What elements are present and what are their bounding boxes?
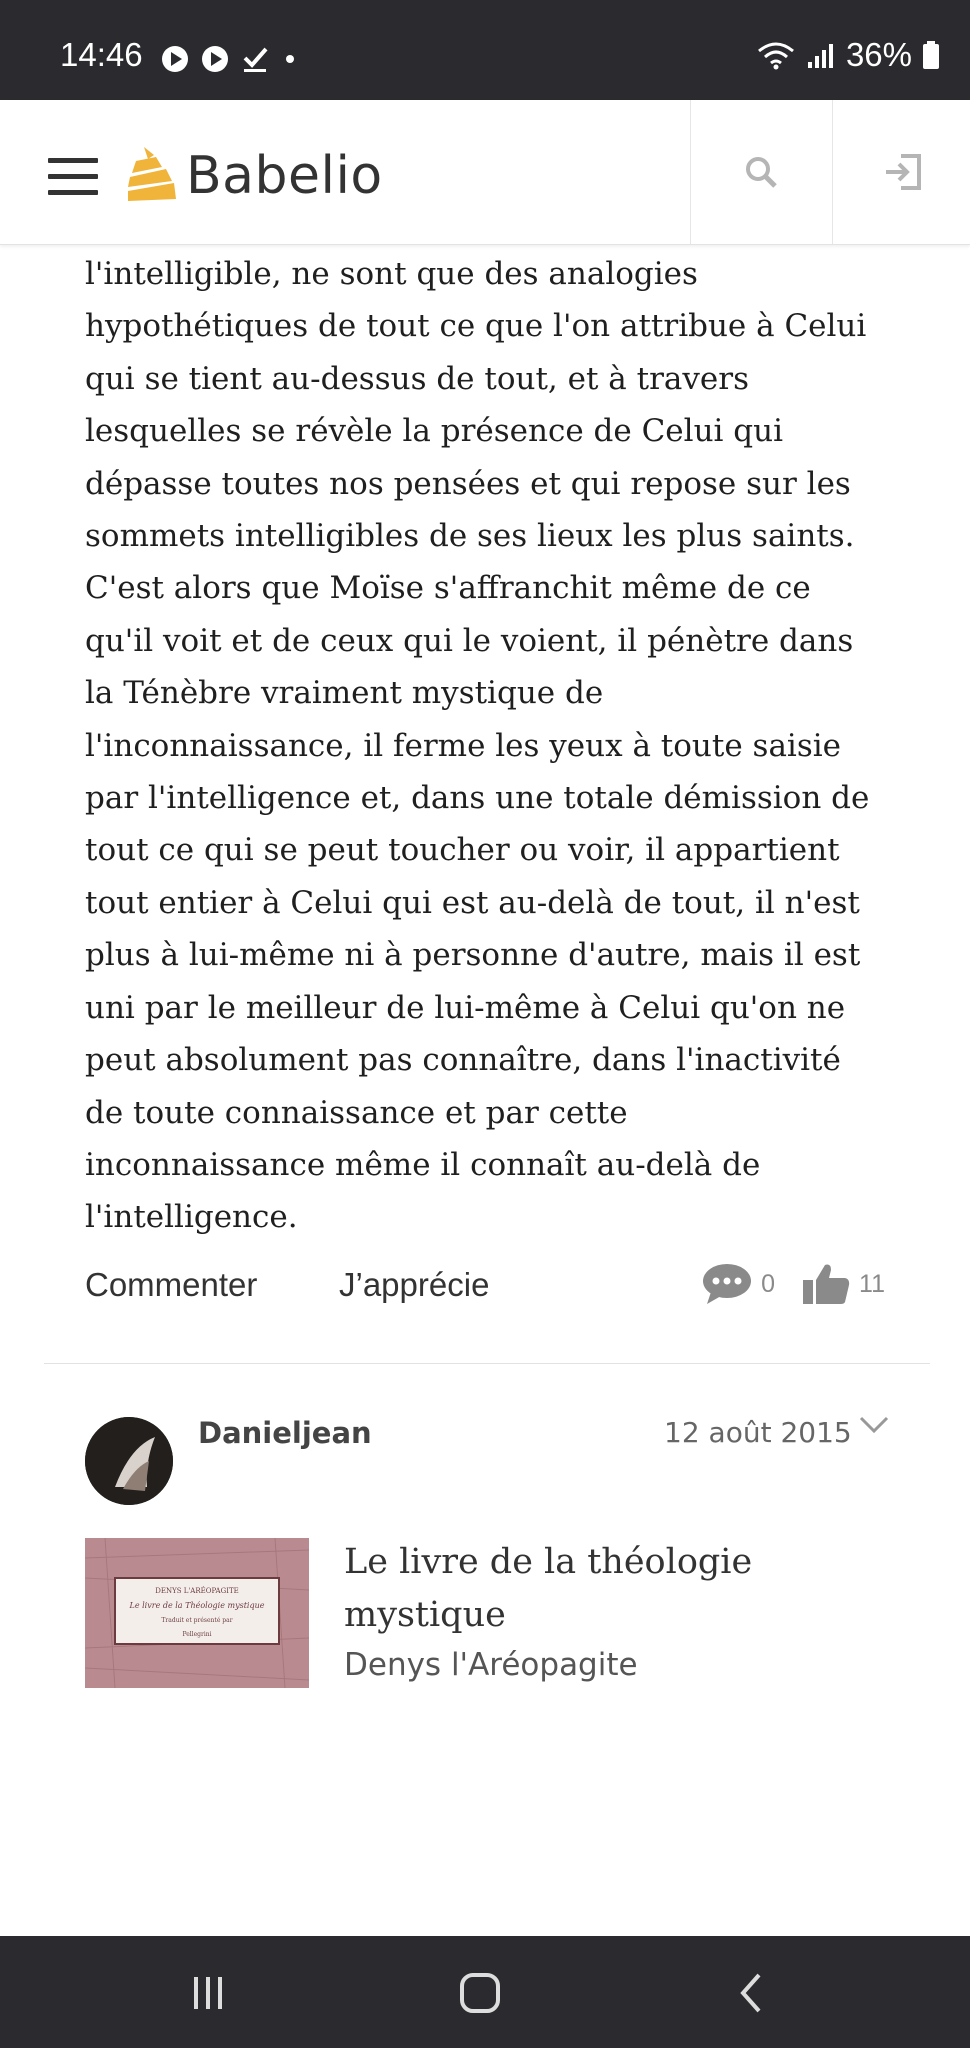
recent-apps-button[interactable] [178,1968,238,2018]
book-author[interactable]: Denys l'Aréopagite [344,1647,638,1683]
search-button[interactable] [690,100,831,244]
review-line: de toute connaissance et par cette [85,1094,628,1131]
thumbs-up-icon[interactable] [801,1262,851,1306]
avatar-image [85,1417,173,1505]
comment-bubble-icon[interactable] [701,1262,753,1306]
dot-icon [286,55,294,63]
menu-icon[interactable] [48,158,98,196]
review-line: uni par le meilleur de lui-même à Celui … [85,989,846,1026]
review-line: dépasse toutes nos pensées et qui repose… [85,465,851,502]
signal-icon [807,44,833,68]
review-line: plus à lui-même ni à personne d'autre, m… [85,937,861,974]
review-line: lesquelles se révèle la présence de Celu… [85,413,784,450]
review-actions: Commenter J’apprécie 0 11 [85,1262,885,1312]
system-nav-bar [0,1936,970,2048]
cover-line-3: Traduit et présenté par [161,1617,232,1624]
avatar[interactable] [85,1417,173,1505]
login-button[interactable] [832,100,970,244]
review-line: peut absolument pas connaître, dans l'in… [85,1042,841,1079]
notification-icons [160,44,300,74]
book-title[interactable]: Le livre de la théologie mystique [344,1536,904,1642]
back-button[interactable] [722,1968,782,2018]
review-line: C'est alors que Moïse s'affranchit même … [85,570,811,607]
page-blank-area [0,1688,970,1936]
review-line: par l'intelligence et, dans une totale d… [85,780,870,817]
chevron-down-icon[interactable] [858,1414,890,1436]
recent-apps-icon [194,1977,222,2009]
status-bar: 14:46 36% [0,0,970,100]
babelio-logo-icon[interactable] [126,145,178,203]
review-line: qu'il voit et de ceux qui le voient, il … [85,622,854,659]
wifi-icon [757,42,794,70]
status-time: 14:46 [60,36,143,73]
review-line: hypothétiques de tout ce que l'on attrib… [85,308,867,345]
home-icon [460,1973,500,2013]
play-badge-icon [162,46,188,72]
review-line: tout ce qui se peut toucher ou voir, il … [85,832,840,869]
book-cover-image: DENYS L'ARÉOPAGITE Le livre de la Théolo… [85,1538,309,1688]
review-line: l'intelligible, ne sont que des analogie… [85,256,698,292]
home-button[interactable] [450,1968,510,2018]
review-line: sommets intelligibles de ses lieux les p… [85,518,855,555]
comment-count: 0 [761,1269,776,1298]
site-logo[interactable]: Babelio [186,146,383,206]
review-text: l'intelligible, ne sont que des analogie… [85,248,900,1244]
battery-percent: 36% [845,36,912,73]
login-icon [886,154,921,190]
review-line: l'inconnaissance, il ferme les yeux à to… [85,727,842,764]
review-line: la Ténèbre vraiment mystique de [85,675,604,712]
battery-icon [923,41,939,69]
review-date: 12 août 2015 [664,1416,852,1449]
review-line: qui se tient au-dessus de tout, et à tra… [85,360,749,397]
review-line: inconnaissance même il connaît au-delà d… [85,1146,761,1183]
back-icon [740,1973,761,2013]
book-cover[interactable]: DENYS L'ARÉOPAGITE Le livre de la Théolo… [85,1538,309,1688]
like-link[interactable]: J’apprécie [339,1266,489,1304]
status-right: 36% [756,36,940,74]
cover-line-2: Le livre de la Théologie mystique [129,1601,265,1610]
username[interactable]: Danieljean [198,1416,372,1450]
review-divider [44,1363,930,1364]
comment-link[interactable]: Commenter [85,1266,257,1304]
cover-line-1: DENYS L'ARÉOPAGITE [155,1586,239,1595]
check-download-icon [243,47,268,72]
review-stats: 0 11 [701,1262,885,1306]
search-icon [746,157,777,188]
review-line: tout entier à Celui qui est au-delà de t… [85,884,860,921]
like-count: 11 [859,1269,885,1298]
play-badge-icon [202,46,228,72]
review-line: l'intelligence. [85,1199,298,1236]
site-header: Babelio [0,100,970,245]
cover-line-4: Pellegrini [182,1631,211,1638]
